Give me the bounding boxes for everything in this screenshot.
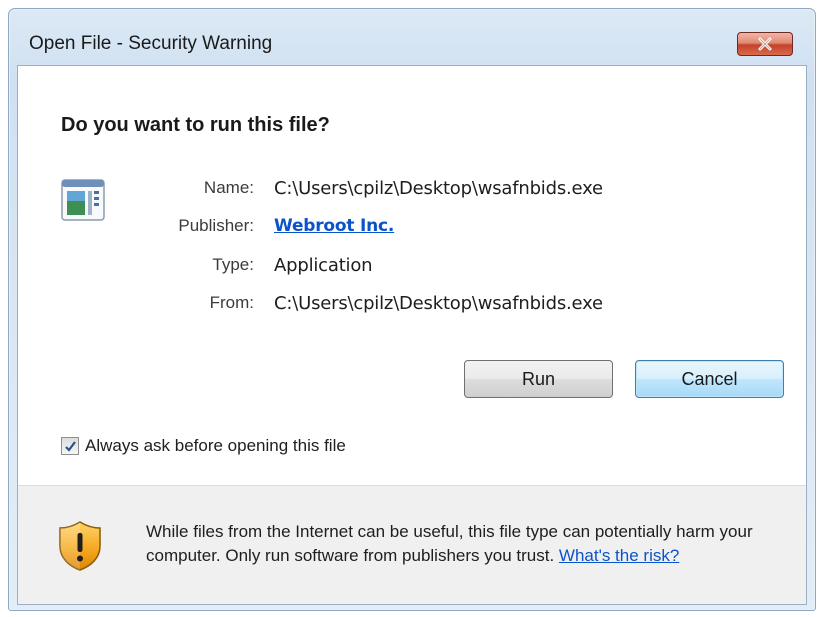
publisher-label: Publisher: [178, 216, 254, 235]
security-warning-window: Open File - Security Warning Do you want… [8, 8, 816, 611]
window-title: Open File - Security Warning [29, 33, 273, 54]
checkmark-icon [64, 440, 76, 452]
run-button[interactable]: Run [464, 360, 613, 398]
application-file-icon [61, 179, 105, 221]
warning-message: While files from the Internet can be use… [146, 520, 766, 568]
publisher-link[interactable]: Webroot Inc. [274, 216, 394, 236]
whats-the-risk-link[interactable]: What's the risk? [559, 546, 679, 565]
dialog-content: Do you want to run this file? Name: C:\U… [17, 65, 807, 605]
dialog-question: Do you want to run this file? [61, 114, 330, 136]
type-value: Application [274, 255, 373, 276]
title-bar[interactable]: Open File - Security Warning [9, 9, 815, 65]
close-button[interactable] [737, 32, 793, 56]
name-value: C:\Users\cpilz\Desktop\wsafnbids.exe [274, 178, 603, 199]
close-icon [758, 37, 772, 51]
warning-shield-icon [59, 521, 101, 571]
warning-footer: While files from the Internet can be use… [18, 486, 806, 604]
from-value: C:\Users\cpilz\Desktop\wsafnbids.exe [274, 293, 603, 314]
always-ask-checkbox[interactable] [61, 437, 79, 455]
cancel-button[interactable]: Cancel [635, 360, 784, 398]
from-label: From: [209, 293, 254, 312]
type-label: Type: [212, 255, 254, 274]
always-ask-option[interactable]: Always ask before opening this file [61, 436, 346, 456]
always-ask-label: Always ask before opening this file [85, 436, 346, 455]
name-label: Name: [203, 178, 254, 197]
